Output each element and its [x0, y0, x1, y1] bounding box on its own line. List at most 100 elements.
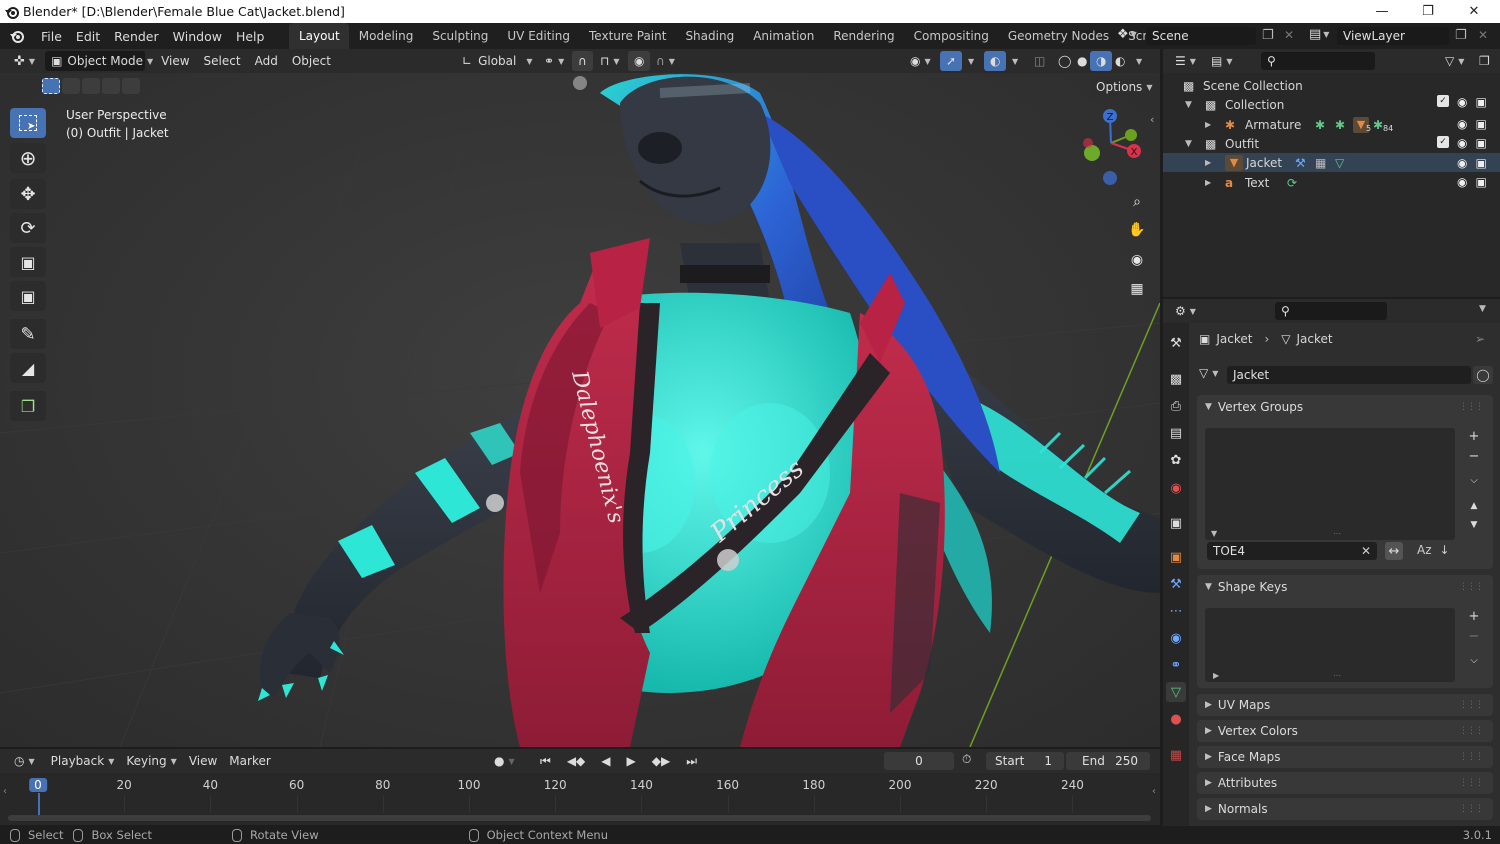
menu-object[interactable]: Object [286, 51, 337, 71]
gizmo-toggle[interactable]: ➚ [940, 51, 963, 71]
fake-user-shield-icon[interactable]: ◯ [1473, 366, 1493, 384]
overlays-toggle[interactable]: ◐ [984, 51, 1007, 71]
options-dropdown[interactable]: Options ▼ [1090, 77, 1159, 97]
play-icon[interactable]: ▶ [621, 751, 642, 771]
viewlayer-selector[interactable]: ▤ ▼ [1309, 27, 1329, 42]
physics-tab-icon[interactable]: ◉ [1166, 628, 1186, 648]
viewlayer-name-field[interactable]: ViewLayer [1337, 27, 1449, 45]
drag-grip-icon[interactable]: ⋮⋮⋮ [1459, 752, 1484, 762]
outliner-search-input[interactable]: ⚲ [1261, 52, 1375, 70]
new-scene-icon[interactable]: ❐ [1262, 28, 1274, 43]
face-maps-panel[interactable]: ▶ Face Maps ⋮⋮⋮ [1197, 746, 1493, 768]
list-filter-toggle-icon[interactable]: ▶ [1213, 671, 1219, 680]
camera-icon[interactable]: ▣ [1475, 136, 1486, 150]
scene-selector[interactable]: ❖ ▼ [1117, 27, 1137, 42]
auto-keying-toggle[interactable]: ● ▼ [488, 751, 521, 771]
collection-tab-icon[interactable]: ▣ [1166, 513, 1186, 533]
sort-reverse-icon[interactable]: ↓ [1440, 543, 1450, 557]
list-resize-grip-icon[interactable]: ⋯ [1333, 671, 1341, 680]
drag-grip-icon[interactable]: ⋮⋮⋮ [1459, 700, 1484, 710]
particles-tab-icon[interactable]: ⋯ [1166, 601, 1186, 621]
new-viewlayer-icon[interactable]: ❐ [1455, 28, 1467, 43]
eye-icon[interactable]: ◉ [1457, 117, 1467, 131]
transform-orientation-select[interactable]: ∟ Global ▼ [456, 51, 539, 71]
expand-arrow-icon[interactable]: ▼ [1185, 100, 1205, 110]
shape-keys-list[interactable]: ▶ ⋯ [1205, 608, 1455, 682]
exclude-checkbox[interactable]: ✓ [1437, 95, 1449, 107]
blender-menu-icon[interactable] [0, 29, 34, 43]
editor-type-button[interactable]: ✜ ▼ [8, 51, 41, 71]
select-new-icon[interactable] [42, 78, 60, 94]
vertex-group-specials-icon[interactable]: ⌵ [1465, 471, 1483, 489]
remove-shape-key-button[interactable]: − [1465, 627, 1483, 645]
menu-timeline-view[interactable]: View [183, 751, 223, 771]
list-filter-toggle-icon[interactable]: ▼ [1211, 529, 1217, 538]
outliner-row-jacket[interactable]: ▶ ▼ Jacket ⚒ ▦ ▽ [1163, 153, 1500, 172]
tool-move[interactable]: ✥ [10, 179, 46, 209]
drag-grip-icon[interactable]: ⋮⋮⋮ [1459, 726, 1484, 736]
stopwatch-icon[interactable]: ⏱ [962, 752, 971, 767]
menu-marker[interactable]: Marker [223, 751, 276, 771]
snap-toggle[interactable]: ∩ [572, 51, 593, 71]
menu-playback[interactable]: Playback ▼ [45, 751, 121, 771]
shape-keys-header[interactable]: ▼ Shape Keys ⋮⋮⋮ [1197, 575, 1493, 599]
zoom-icon[interactable]: ⌕ [1124, 189, 1150, 215]
mesh-datablock-selector[interactable]: ▽ ▼ [1199, 366, 1218, 380]
menu-add[interactable]: Add [249, 51, 284, 71]
tab-animation[interactable]: Animation [744, 23, 824, 49]
tool-cursor[interactable]: ⊕ [10, 143, 46, 173]
falloff-select[interactable]: ∩ ▼ [650, 51, 681, 71]
shading-options[interactable]: ▼ [1130, 51, 1148, 71]
view-layer-tab-icon[interactable]: ▤ [1166, 423, 1186, 443]
pan-hand-icon[interactable]: ✋ [1124, 217, 1150, 243]
tool-rotate[interactable]: ⟳ [10, 213, 46, 243]
prev-keyframe-icon[interactable]: ◀◆ [561, 751, 591, 771]
menu-edit[interactable]: Edit [69, 29, 107, 44]
add-vertex-group-button[interactable]: + [1465, 427, 1483, 445]
camera-icon[interactable]: ◉ [1124, 247, 1150, 273]
tab-texture-paint[interactable]: Texture Paint [580, 23, 676, 49]
properties-options-icon[interactable]: ▼ [1479, 304, 1486, 314]
navigation-gizmo[interactable]: Z X [1076, 105, 1146, 185]
tab-geometry-nodes[interactable]: Geometry Nodes [998, 23, 1118, 49]
tab-shading[interactable]: Shading [676, 23, 744, 49]
pivot-point-select[interactable]: ⚭ ▼ [538, 51, 570, 71]
current-frame-field[interactable]: 0 [884, 752, 954, 770]
timeline[interactable]: 0 20 40 60 80 100 120 140 160 180 200 220 240 ‹ ‹ [0, 773, 1160, 825]
visibility-select[interactable]: ◉ ▼ [904, 51, 937, 71]
jump-end-icon[interactable]: ⏭ [680, 751, 703, 771]
jump-start-icon[interactable]: ⏮ [534, 751, 557, 771]
timeline-editor-type[interactable]: ◷ ▼ [8, 751, 41, 771]
timeline-scrollbar[interactable] [8, 815, 1151, 821]
new-collection-button[interactable]: ❐ [1473, 51, 1496, 71]
eye-icon[interactable]: ◉ [1457, 175, 1467, 189]
camera-icon[interactable]: ▣ [1475, 95, 1486, 109]
tab-modeling[interactable]: Modeling [349, 23, 423, 49]
sidebar-toggle-icon[interactable]: ‹ [1150, 113, 1154, 126]
menu-view[interactable]: View [155, 51, 195, 71]
select-intersect-icon[interactable] [122, 78, 140, 94]
delete-viewlayer-icon[interactable]: ✕ [1478, 28, 1488, 42]
tool-select-box[interactable]: ➤ [10, 108, 46, 138]
exclude-checkbox[interactable]: ✓ [1437, 136, 1449, 148]
collapse-arrow-icon[interactable]: ▶ [1205, 178, 1225, 187]
tool-transform[interactable]: ▣ [10, 281, 46, 311]
camera-icon[interactable]: ▣ [1475, 175, 1486, 189]
vertex-group-filter-input[interactable]: TOE4 ✕ [1207, 542, 1377, 560]
scene-name-field[interactable]: Scene [1146, 27, 1256, 45]
end-frame-field[interactable]: End 250 [1066, 752, 1150, 770]
tool-annotate[interactable]: ✎ [10, 319, 46, 349]
drag-grip-icon[interactable]: ⋮⋮⋮ [1459, 778, 1484, 788]
material-tab-icon[interactable]: ● [1166, 709, 1186, 729]
shape-key-specials-icon[interactable]: ⌵ [1465, 651, 1483, 669]
list-resize-grip-icon[interactable]: ⋯ [1333, 529, 1341, 538]
play-reverse-icon[interactable]: ◀ [595, 751, 616, 771]
outliner-editor-type[interactable]: ☰ ▼ [1169, 51, 1202, 71]
remove-vertex-group-button[interactable]: − [1465, 447, 1483, 465]
uv-maps-panel[interactable]: ▶ UV Maps ⋮⋮⋮ [1197, 694, 1493, 716]
3d-viewport[interactable]: Dalephoenix's Princess User Perspective … [0, 73, 1160, 747]
filter-button[interactable]: ▽ ▼ [1439, 51, 1470, 71]
ortho-grid-icon[interactable]: ▦ [1124, 276, 1150, 302]
tab-compositing[interactable]: Compositing [904, 23, 998, 49]
output-tab-icon[interactable]: ⎙ [1166, 396, 1186, 416]
